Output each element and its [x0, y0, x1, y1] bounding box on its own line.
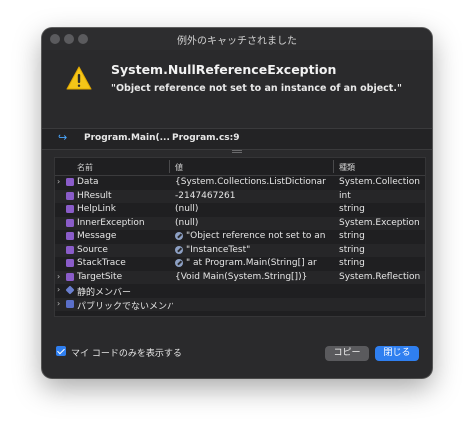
cell-value[interactable]: {Void Main(System.String[])} [175, 272, 327, 282]
cell-type: System.Collection [339, 177, 420, 187]
property-icon [66, 232, 74, 240]
cell-value-text: (null) [175, 217, 199, 228]
stack-frame-method[interactable]: Program.Main(... [84, 133, 170, 143]
current-frame-arrow-icon: ↪ [58, 131, 68, 144]
cell-name: パブリックでないメンバー [77, 301, 173, 312]
copy-button[interactable]: コピー [325, 346, 369, 361]
cell-value[interactable]: "InstanceTest" [175, 245, 327, 255]
cell-value[interactable]: (null) [175, 204, 327, 214]
cell-name: 静的メンバー [77, 288, 132, 298]
property-icon [66, 245, 74, 254]
cell-type: System.Exception [339, 217, 420, 228]
splitter-handle[interactable] [232, 150, 242, 154]
cell-type: string [339, 258, 365, 268]
cell-type: string [339, 244, 365, 255]
property-icon [66, 178, 74, 186]
table-row[interactable]: HResult -2147467261 int [55, 189, 425, 203]
just-my-code-label[interactable]: マイ コードのみを表示する [71, 346, 182, 359]
cell-value-text: -2147467261 [175, 190, 236, 201]
cell-name: Message [77, 231, 117, 241]
cell-name: TargetSite [77, 271, 123, 282]
exception-type: System.NullReferenceException [111, 62, 337, 77]
cell-name: Source [77, 244, 108, 255]
expand-chevron-icon[interactable]: › [57, 177, 65, 186]
table-row[interactable]: HelpLink (null) string [55, 203, 425, 217]
cell-type: string [339, 231, 365, 241]
warning-icon [66, 66, 92, 90]
visualizer-icon[interactable] [175, 245, 183, 254]
cell-name: HResult [77, 190, 112, 201]
close-button[interactable]: 閉じる [375, 346, 419, 361]
expand-chevron-icon[interactable]: › [57, 299, 65, 308]
expand-chevron-icon[interactable]: › [57, 272, 65, 281]
exception-properties-grid: 名前 値 種類 › Data {System.Collections.ListDic… [54, 157, 426, 317]
stack-frame-file[interactable]: Program.cs:9 [172, 133, 240, 143]
cell-value-text: {System.Collections.ListDictionar [175, 177, 326, 187]
table-row[interactable]: Message "Object reference not set to an st… [55, 230, 425, 244]
window-title: 例外のキャッチされました [177, 36, 297, 47]
non-public-members-icon [66, 299, 74, 308]
expand-chevron-icon[interactable]: › [57, 285, 65, 294]
table-row[interactable]: › 静的メンバー [55, 284, 425, 298]
exception-dialog: 例外のキャッチされました System.NullReferenceExcepti… [42, 28, 432, 378]
table-row[interactable]: InnerException (null) System.Exception [55, 216, 425, 230]
cell-value[interactable]: "Object reference not set to an [175, 231, 327, 241]
cell-value-text: (null) [175, 204, 199, 214]
cell-value[interactable]: -2147467261 [175, 191, 327, 201]
cell-value-text: " at Program.Main(String[] ar [186, 258, 317, 268]
visualizer-icon[interactable] [175, 232, 183, 240]
grid-header: 名前 値 種類 [55, 158, 425, 176]
title-bar: 例外のキャッチされました [42, 28, 432, 50]
cell-value[interactable]: " at Program.Main(String[] ar [175, 258, 327, 268]
exception-message: "Object reference not set to an instance… [111, 83, 402, 94]
table-row[interactable]: › TargetSite {Void Main(System.String[])} S… [55, 270, 425, 284]
cell-name: Data [77, 177, 99, 187]
just-my-code-checkbox[interactable] [56, 346, 66, 356]
cell-value[interactable]: (null) [175, 218, 327, 228]
cell-type: string [339, 204, 365, 214]
visualizer-icon[interactable] [175, 259, 183, 267]
property-icon [66, 191, 74, 200]
cell-type: int [339, 190, 351, 201]
table-row[interactable]: › Data {System.Collections.ListDictionar Sy… [55, 176, 425, 190]
cell-name: InnerException [77, 217, 145, 228]
column-header-type[interactable]: 種類 [339, 162, 355, 173]
call-stack-bar[interactable]: ↪ Program.Main(... Program.cs:9 [42, 128, 432, 150]
property-icon [66, 205, 74, 213]
property-icon [66, 272, 74, 281]
grid-rows: › Data {System.Collections.ListDictionar Sy… [55, 176, 425, 312]
cell-type: System.Reflection [339, 271, 421, 282]
cell-value-text: "InstanceTest" [186, 244, 251, 255]
table-row[interactable]: StackTrace " at Program.Main(String[] ar s… [55, 257, 425, 271]
property-icon [66, 218, 74, 227]
cell-value[interactable]: {System.Collections.ListDictionar [175, 177, 327, 187]
property-icon [66, 259, 74, 267]
cell-value-text: "Object reference not set to an [186, 231, 326, 241]
cell-value-text: {Void Main(System.String[])} [175, 271, 308, 282]
table-row[interactable]: › パブリックでないメンバー [55, 297, 425, 312]
column-header-value[interactable]: 値 [175, 162, 183, 173]
cell-name: StackTrace [77, 258, 126, 268]
table-row[interactable]: Source "InstanceTest" string [55, 243, 425, 257]
cell-name: HelpLink [77, 204, 116, 214]
static-members-icon [65, 285, 75, 295]
column-header-name[interactable]: 名前 [77, 162, 93, 173]
